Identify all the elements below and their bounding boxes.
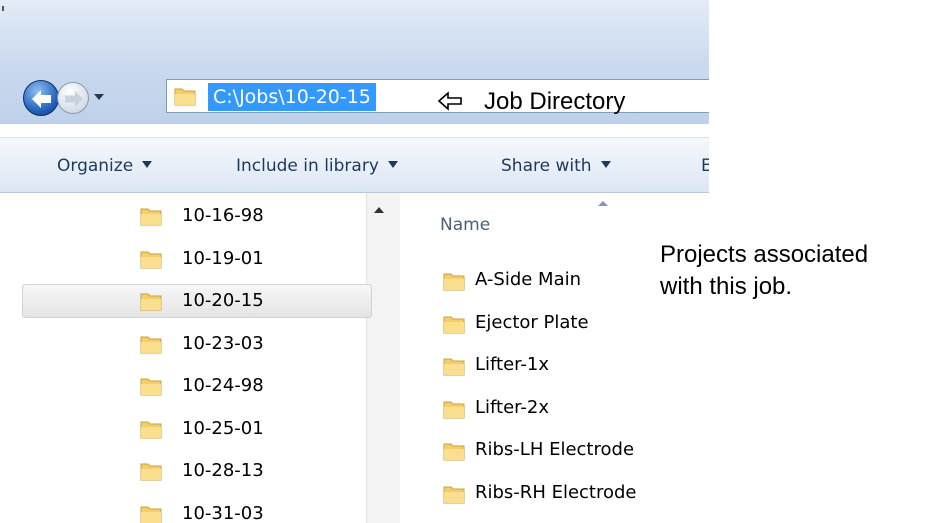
projects-line-2: with this job. xyxy=(660,273,793,300)
file-item-label: A-Side Main xyxy=(475,269,582,290)
folder-icon xyxy=(443,486,465,503)
folder-icon xyxy=(140,336,162,353)
chevron-down-icon xyxy=(142,160,153,168)
tree-item-label: 10-20-15 xyxy=(182,290,264,311)
folder-icon xyxy=(443,443,465,461)
title-bar-mark xyxy=(2,6,4,11)
folder-icon xyxy=(140,293,162,311)
folder-icon xyxy=(443,316,465,333)
tree-item-label: 10-19-01 xyxy=(182,247,264,269)
folder-icon xyxy=(140,421,162,438)
recent-pages-dropdown-icon[interactable] xyxy=(92,90,106,104)
file-item-label: Lifter-2x xyxy=(475,396,550,418)
job-directory-label: Job Directory xyxy=(484,88,626,115)
organize-menu-button[interactable]: Organize xyxy=(57,154,153,178)
back-arrow-icon xyxy=(32,90,51,108)
folder-icon xyxy=(140,208,162,226)
file-item-label: Ejector Plate xyxy=(475,311,589,333)
annotation-projects: Projects associated with this job. xyxy=(660,239,938,303)
folder-icon xyxy=(443,273,465,291)
share-with-button[interactable]: Share with xyxy=(501,154,611,178)
folder-icon xyxy=(140,251,162,268)
folder-icon xyxy=(443,401,465,418)
folder-icon xyxy=(140,506,162,523)
share-with-label: Share with xyxy=(501,156,592,176)
address-path[interactable]: C:\Jobs\10-20-15 xyxy=(208,83,376,111)
include-in-library-label: Include in library xyxy=(236,156,379,176)
explorer-window: C:\Jobs\10-20-15 Organize Include in lib… xyxy=(0,0,709,523)
tree-item-label: 10-28-13 xyxy=(182,460,264,481)
chevron-down-icon xyxy=(387,160,398,168)
folder-icon xyxy=(443,358,465,376)
tree-item-label: 10-31-03 xyxy=(182,502,264,523)
folder-icon xyxy=(140,463,162,481)
left-arrow-icon xyxy=(437,91,462,111)
projects-line-1: Projects associated xyxy=(660,241,869,268)
column-header-name[interactable]: Name xyxy=(440,212,490,238)
folder-icon xyxy=(140,378,162,396)
tree-item-label: 10-23-03 xyxy=(182,332,264,354)
folder-icon xyxy=(174,88,196,106)
toolbar-truncated-label: E xyxy=(701,156,709,176)
file-item-label: Ribs-RH Electrode xyxy=(475,481,637,503)
toolbar-truncated-button[interactable]: E xyxy=(701,154,709,178)
back-button[interactable] xyxy=(23,80,59,116)
sort-ascending-icon xyxy=(598,201,608,206)
tree-item-label: 10-25-01 xyxy=(182,417,264,439)
tree-item-label: 10-16-98 xyxy=(182,205,264,226)
include-in-library-button[interactable]: Include in library xyxy=(236,154,398,178)
scroll-up-arrow-icon[interactable] xyxy=(374,207,384,213)
chevron-down-icon xyxy=(600,160,611,168)
forward-button[interactable] xyxy=(57,82,89,114)
forward-arrow-icon xyxy=(65,91,83,107)
file-item-label: Ribs-LH Electrode xyxy=(475,439,635,460)
file-item-label: Lifter-1x xyxy=(475,354,550,375)
title-bar xyxy=(0,0,709,68)
tree-item-label: 10-24-98 xyxy=(182,375,264,396)
organize-label: Organize xyxy=(57,156,134,176)
